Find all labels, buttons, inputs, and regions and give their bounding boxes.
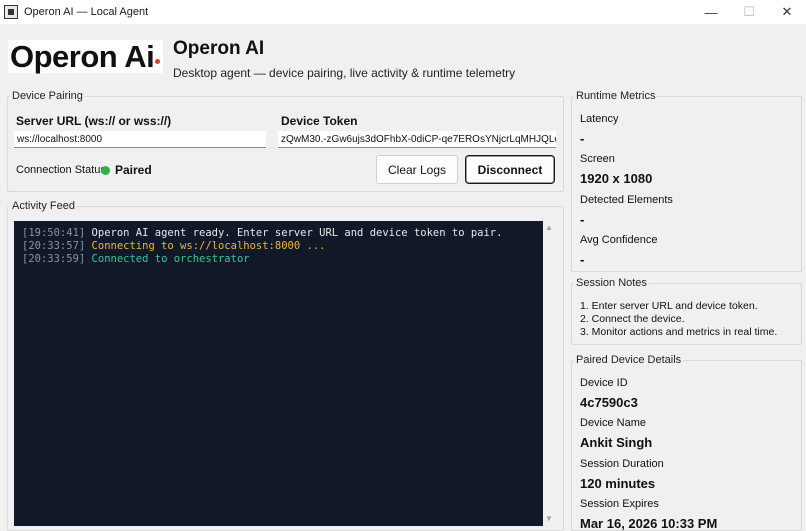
log-message: Operon AI agent ready. Enter server URL … [91, 227, 503, 239]
device-name-value: Ankit Singh [580, 435, 653, 450]
activity-log-scrollbar[interactable]: ▲ ▼ [544, 221, 554, 526]
detected-elements-label: Detected Elements [580, 194, 673, 206]
window-title: Operon AI — Local Agent [24, 6, 149, 18]
activity-feed-title: Activity Feed [10, 200, 77, 212]
app-icon [4, 5, 18, 19]
app-name: Operon AI [173, 38, 265, 59]
session-duration-value: 120 minutes [580, 476, 656, 491]
session-note-item: 2. Connect the device. [580, 313, 685, 325]
server-url-input[interactable]: ws://localhost:8000 [14, 131, 266, 148]
minimize-button[interactable]: — [692, 0, 730, 24]
latency-value: - [580, 131, 585, 146]
logo-dot-icon [155, 59, 161, 64]
session-notes-title: Session Notes [574, 277, 649, 289]
detected-elements-value: - [580, 212, 585, 227]
log-message: Connecting to ws://localhost:8000 ... [91, 240, 326, 252]
scroll-down-icon[interactable]: ▼ [545, 514, 553, 523]
screen-label: Screen [580, 153, 615, 165]
device-id-value: 4c7590c3 [580, 395, 638, 410]
latency-label: Latency [580, 113, 619, 125]
clear-logs-button[interactable]: Clear Logs [376, 155, 458, 184]
paired-device-title: Paired Device Details [574, 354, 684, 366]
session-expires-value: Mar 16, 2026 10:33 PM [580, 516, 718, 531]
scroll-up-icon[interactable]: ▲ [545, 223, 553, 232]
log-entry: [19:50:41] Operon AI agent ready. Enter … [22, 227, 535, 240]
screen-value: 1920 x 1080 [580, 171, 653, 186]
device-id-label: Device ID [580, 377, 628, 389]
window-controls: — ☐ ✕ [692, 0, 806, 24]
server-url-label: Server URL (ws:// or wss://) [16, 114, 172, 128]
close-button[interactable]: ✕ [768, 0, 806, 24]
device-token-label: Device Token [281, 114, 358, 128]
log-entry: [20:33:57] Connecting to ws://localhost:… [22, 240, 535, 253]
device-name-label: Device Name [580, 417, 647, 429]
status-dot-icon [101, 166, 110, 175]
session-duration-label: Session Duration [580, 458, 664, 470]
device-token-input[interactable]: zQwM30.-zGw6ujs3dOFhbX-0diCP-qe7EROsYNjc… [278, 131, 556, 148]
runtime-metrics-title: Runtime Metrics [574, 90, 658, 102]
disconnect-button[interactable]: Disconnect [466, 156, 554, 183]
session-note-item: 1. Enter server URL and device token. [580, 300, 758, 312]
maximize-button[interactable]: ☐ [730, 0, 768, 24]
log-message: Connected to orchestrator [91, 253, 250, 265]
session-expires-label: Session Expires [580, 498, 659, 510]
connection-status-label: Connection Status: [16, 164, 109, 176]
log-entry: [20:33:59] Connected to orchestrator [22, 253, 535, 266]
device-pairing-title: Device Pairing [10, 90, 85, 102]
log-timestamp: [20:33:57] [22, 240, 86, 252]
logo: Operon Ai [8, 38, 163, 74]
avg-confidence-value: - [580, 252, 585, 267]
log-timestamp: [19:50:41] [22, 227, 86, 239]
session-note-item: 3. Monitor actions and metrics in real t… [580, 326, 778, 338]
avg-confidence-label: Avg Confidence [580, 234, 658, 246]
connection-status-value: Paired [115, 163, 152, 177]
log-timestamp: [20:33:59] [22, 253, 86, 265]
title-bar: Operon AI — Local Agent — ☐ ✕ [0, 0, 806, 24]
app-subtitle: Desktop agent — device pairing, live act… [173, 66, 516, 80]
activity-log[interactable]: [19:50:41] Operon AI agent ready. Enter … [14, 221, 543, 526]
app-header: Operon Ai Operon AI Desktop agent — devi… [0, 24, 806, 88]
logo-text: Operon Ai [10, 38, 155, 74]
